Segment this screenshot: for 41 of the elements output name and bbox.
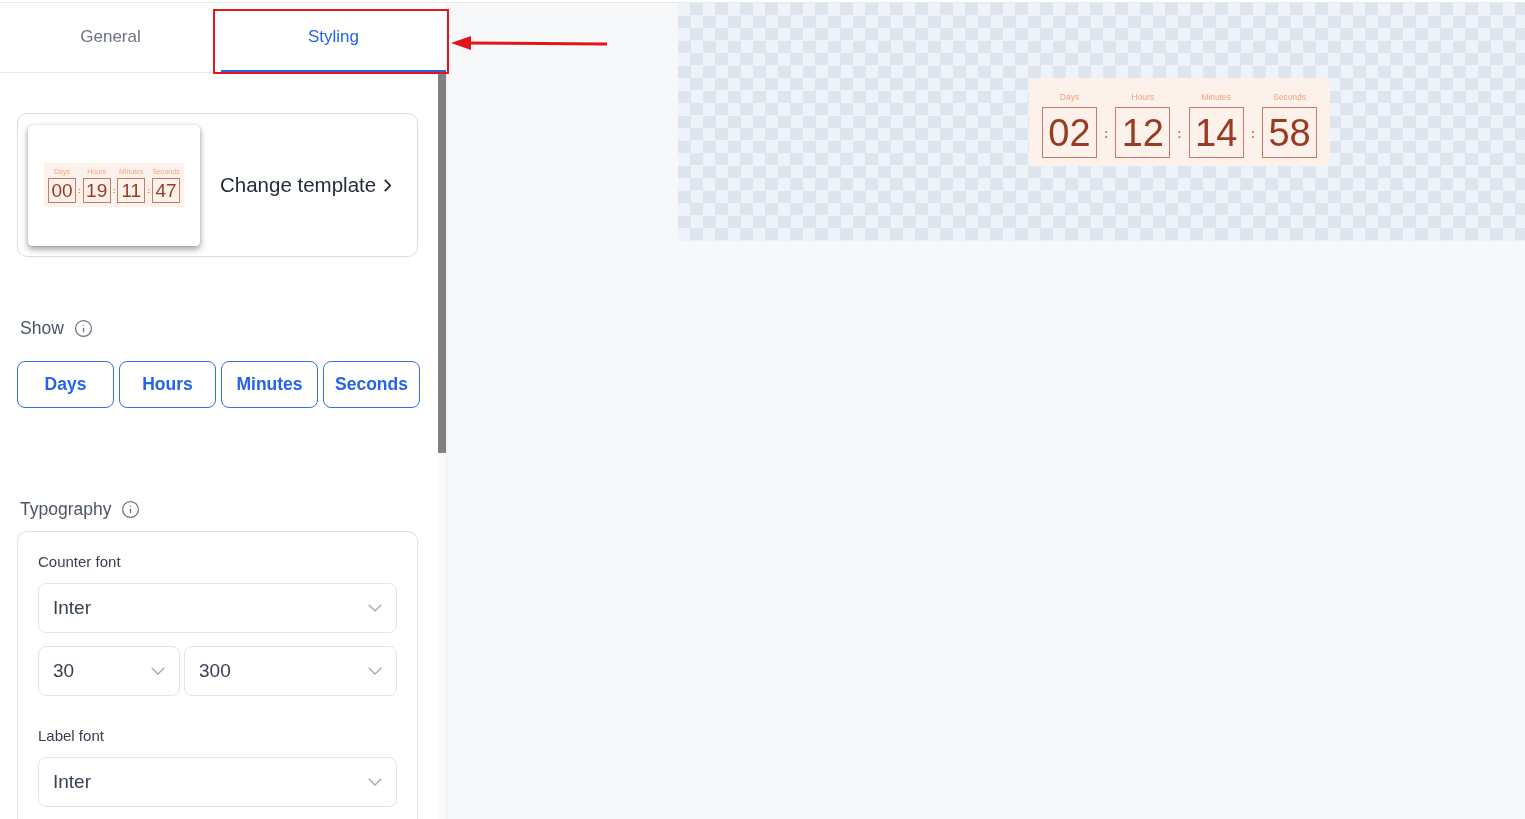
change-template-button[interactable]: Change template [220, 173, 392, 197]
tab[interactable]: General [0, 3, 221, 73]
select-field[interactable]: 30 [38, 646, 180, 696]
countdown-digits: 00 [48, 177, 76, 203]
time-separator: : [78, 186, 81, 195]
scrollbar-thumb[interactable] [438, 73, 446, 453]
countdown-digits: 02 [1042, 107, 1097, 159]
toggle-button[interactable]: Days [17, 361, 114, 408]
arrow-icon [451, 36, 607, 50]
select-field[interactable]: Inter [38, 583, 397, 633]
chevron-down-icon [368, 667, 382, 675]
countdown-digits: 19 [82, 177, 111, 203]
toggle-button[interactable]: Seconds [323, 361, 420, 408]
time-separator: : [1104, 127, 1109, 141]
chevron-right-icon [384, 178, 392, 192]
chevron-down-icon [368, 604, 382, 612]
section-title: Typography [20, 499, 112, 520]
countdown-digits: 11 [117, 177, 146, 203]
select-field[interactable]: 300 [184, 646, 397, 696]
field-label: Label font [38, 727, 105, 745]
info-icon[interactable] [121, 500, 141, 519]
unit-label: Days [1059, 93, 1080, 103]
time-separator: : [147, 186, 150, 195]
chevron-down-icon [368, 778, 382, 786]
time-separator: : [1250, 127, 1256, 141]
countdown-digits: 47 [152, 177, 180, 203]
countdown-digits: 14 [1188, 107, 1244, 159]
toggle-button[interactable]: Minutes [221, 361, 318, 408]
countdown-digits: 12 [1115, 107, 1171, 159]
field-label: Counter font [38, 553, 122, 571]
toggle-button[interactable]: Hours [119, 361, 216, 408]
unit-label: Minutes [1201, 93, 1232, 103]
chevron-down-icon [151, 667, 165, 675]
time-separator: : [112, 186, 116, 195]
unit-label: Seconds [1273, 93, 1307, 103]
countdown-digits: 58 [1262, 107, 1318, 159]
select-field[interactable]: Inter [38, 757, 397, 807]
section-title: Show [20, 318, 64, 339]
unit-label: Hours [1131, 93, 1155, 103]
info-icon[interactable] [73, 319, 93, 338]
time-separator: : [1177, 127, 1182, 141]
